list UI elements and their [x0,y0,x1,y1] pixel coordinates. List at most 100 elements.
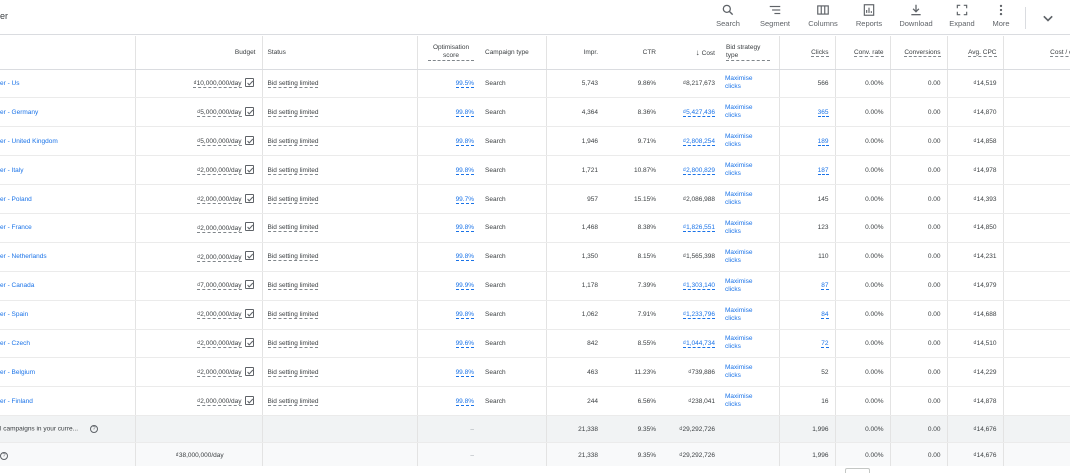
status-value[interactable]: Bid setting limited [267,79,319,88]
table-row[interactable]: er - Belgium ₫2,000,000/day Bid setting li… [0,357,1070,388]
table-row[interactable]: er - United Kingdom ₫5,000,000/day Bid set… [0,126,1070,157]
header-cost[interactable]: ↓ Cost [662,36,721,70]
bid-strategy-link[interactable]: Maximise clicks [725,75,765,91]
campaign-name-link[interactable]: er - Netherlands [0,253,47,260]
cost-value[interactable]: ₫2,808,254 [682,137,715,146]
status-value[interactable]: Bid setting limited [267,195,319,204]
optimisation-score-link[interactable]: 99.8% [455,397,474,406]
table-row[interactable]: er - Italy ₫2,000,000/day Bid setting limi… [0,155,1070,186]
table-row[interactable]: er - France ₫2,000,000/day Bid setting lim… [0,213,1070,243]
clicks-value[interactable]: 365 [817,108,829,117]
bid-strategy-link[interactable]: Maximise clicks [725,364,765,380]
optimisation-score-link[interactable]: 99.8% [455,108,474,117]
bid-strategy-link[interactable]: Maximise clicks [725,393,765,409]
header-impr[interactable]: Impr. [546,36,604,70]
table-row[interactable]: er - Netherlands ₫2,000,000/day Bid settin… [0,242,1070,272]
expand-button[interactable]: Expand [946,3,978,31]
collapse-button[interactable] [1038,8,1058,28]
status-value[interactable]: Bid setting limited [267,339,319,348]
cost-value[interactable]: ₫2,800,829 [682,166,715,175]
budget-value[interactable]: ₫10,000,000/day [193,80,242,89]
header-optimisation-score[interactable]: Optimisation score [417,36,480,70]
clicks-value[interactable]: 189 [817,137,829,146]
help-icon[interactable]: ? [90,425,99,434]
budget-value[interactable]: ₫2,000,000/day [196,166,242,175]
header-campaign[interactable] [0,36,136,70]
reports-button[interactable]: Reports [852,3,886,31]
budget-value[interactable]: ₫2,000,000/day [196,253,242,262]
table-row[interactable]: er - Germany ₫5,000,000/day Bid setting li… [0,97,1070,128]
optimisation-score-link[interactable]: 99.8% [455,166,474,175]
header-status[interactable]: Status [262,36,418,70]
budget-edit-icon[interactable] [244,337,254,347]
bid-strategy-link[interactable]: Maximise clicks [725,162,765,178]
campaign-name-link[interactable]: er - Finland [0,398,33,405]
campaign-name-link[interactable]: er - Us [0,80,20,87]
budget-edit-icon[interactable] [244,222,254,232]
header-avg-cpc[interactable]: Avg. CPC [947,36,1004,70]
campaign-name-link[interactable]: er - Italy [0,167,23,174]
budget-value[interactable]: ₫2,000,000/day [196,311,242,320]
header-campaign-type[interactable]: Campaign type [480,36,547,70]
cost-value[interactable]: ₫1,233,796 [682,311,715,320]
optimisation-score-link[interactable]: 99.7% [455,195,474,204]
status-value[interactable]: Bid setting limited [267,311,319,320]
table-row[interactable]: er - Finland ₫2,000,000/day Bid setting li… [0,386,1070,417]
table-row[interactable]: er - Us ₫10,000,000/day Bid setting limite… [0,69,1070,99]
budget-edit-icon[interactable] [244,280,254,290]
campaign-name-link[interactable]: er - Poland [0,196,32,203]
header-ctr[interactable]: CTR [604,36,662,70]
clicks-value[interactable]: 84 [821,311,829,320]
cost-value[interactable]: ₫5,427,436 [682,108,715,117]
header-budget[interactable]: Budget [135,36,263,70]
table-row[interactable]: er - Czech ₫2,000,000/day Bid setting limi… [0,329,1070,359]
bid-strategy-link[interactable]: Maximise clicks [725,191,765,207]
budget-edit-icon[interactable] [244,395,254,405]
optimisation-score-link[interactable]: 99.5% [455,79,474,88]
download-button[interactable]: Download [896,3,936,31]
budget-edit-icon[interactable] [244,193,254,203]
bid-strategy-link[interactable]: Maximise clicks [725,249,765,265]
budget-edit-icon[interactable] [244,164,254,174]
bid-strategy-link[interactable]: Maximise clicks [725,220,765,236]
more-button[interactable]: More [988,3,1014,31]
budget-edit-icon[interactable] [244,251,254,261]
budget-value[interactable]: ₫2,000,000/day [196,340,242,349]
optimisation-score-link[interactable]: 99.9% [455,282,474,291]
budget-value[interactable]: ₫5,000,000/day [196,109,242,118]
header-conv-rate[interactable]: Conv. rate [835,36,891,70]
campaign-name-link[interactable]: er - Canada [0,282,34,289]
campaign-name-link[interactable]: er - France [0,224,32,231]
bid-strategy-link[interactable]: Maximise clicks [725,104,765,120]
status-value[interactable]: Bid setting limited [267,224,319,233]
search-button[interactable]: Search [716,3,740,31]
campaign-name-link[interactable]: er - Germany [0,109,38,116]
budget-value[interactable]: ₫2,000,000/day [196,224,242,233]
clicks-value[interactable]: 87 [821,282,829,291]
clicks-value[interactable]: 72 [821,339,829,348]
bid-strategy-link[interactable]: Maximise clicks [725,133,765,149]
cost-value[interactable]: ₫1,826,551 [682,224,715,233]
header-cost-conv[interactable]: Cost / conv. [1003,36,1070,70]
optimisation-score-link[interactable]: 99.6% [455,339,474,348]
budget-edit-icon[interactable] [244,106,254,116]
cost-value[interactable]: ₫1,044,734 [682,339,715,348]
status-value[interactable]: Bid setting limited [267,166,319,175]
budget-value[interactable]: ₫7,000,000/day [196,282,242,291]
status-value[interactable]: Bid setting limited [267,368,319,377]
optimisation-score-link[interactable]: 99.8% [455,311,474,320]
campaign-name-link[interactable]: er - Czech [0,340,30,347]
header-bid-strategy-type[interactable]: Bid strategy type [721,36,780,70]
optimisation-score-link[interactable]: 99.8% [455,224,474,233]
status-value[interactable]: Bid setting limited [267,282,319,291]
budget-edit-icon[interactable] [244,135,254,145]
optimisation-score-link[interactable]: 99.8% [455,368,474,377]
optimisation-score-link[interactable]: 99.8% [455,137,474,146]
budget-edit-icon[interactable] [244,309,254,319]
budget-edit-icon[interactable] [244,77,254,87]
table-row[interactable]: er - Spain ₫2,000,000/day Bid setting limi… [0,300,1070,330]
table-row[interactable]: er - Poland ₫2,000,000/day Bid setting lim… [0,184,1070,214]
optimisation-score-link[interactable]: 99.8% [455,253,474,262]
bid-strategy-link[interactable]: Maximise clicks [725,335,765,351]
campaign-name-link[interactable]: er - Belgium [0,369,35,376]
